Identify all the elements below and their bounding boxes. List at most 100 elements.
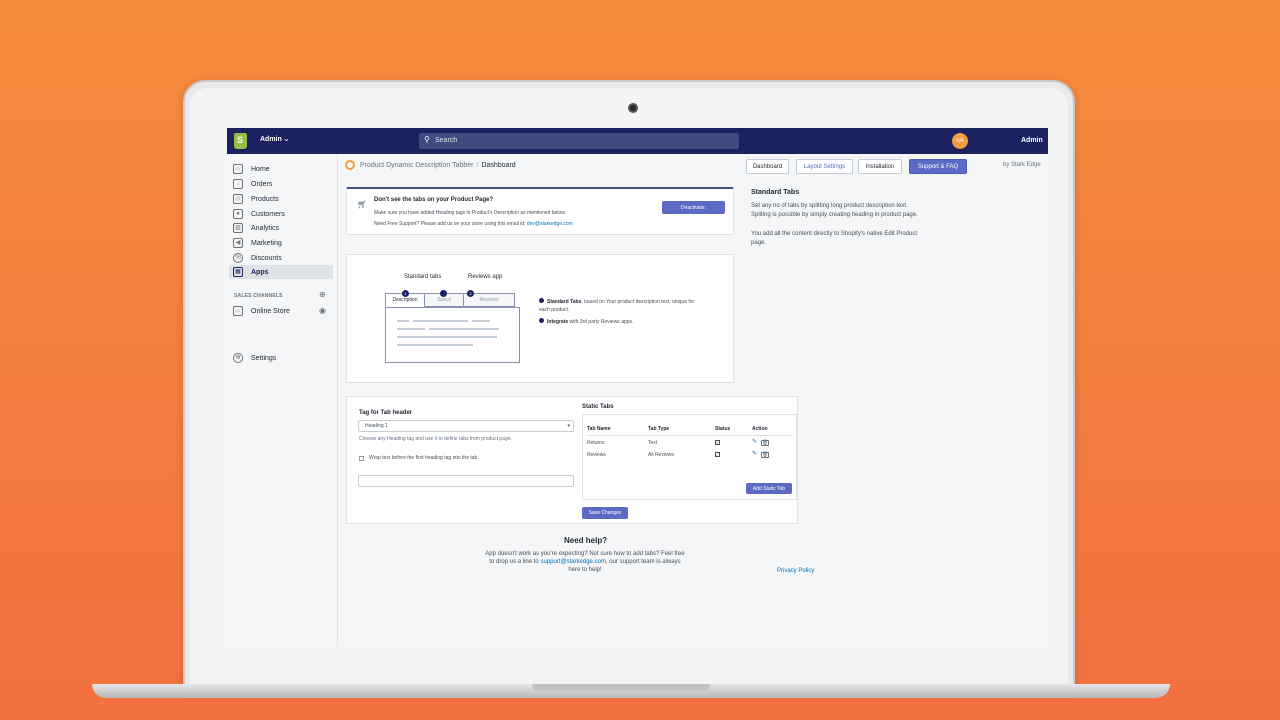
bullet-bold: Integrate [547,319,569,325]
static-tabs-title: Static Tabs [582,404,614,410]
tab-header-label: Tag for Tab header [359,410,413,416]
top-bar: Admin ⌄ ⚲ Search nA Admin [227,128,1048,154]
shopify-logo-icon[interactable] [234,133,247,149]
notice-text: Make sure you have added Heading tags in… [374,210,566,216]
wrap-text-checkbox[interactable] [359,456,364,461]
bullet-bold: Standard Tabs [547,299,582,305]
diagram-card: Standard tabs Reviews app Description Sp… [346,254,734,383]
diagram-number [440,290,447,297]
placeholder-line [397,328,425,330]
text-input[interactable] [358,475,574,487]
need-help-title: Need help? [564,536,608,545]
sidebar-item-settings[interactable]: ✻ Settings [229,351,333,365]
bullet-text: with 3rd party Reviews apps. [568,319,634,325]
breadcrumb: Product Dynamic Description Tabber / Das… [345,160,516,170]
cart-icon: 🛒︎ [357,200,368,209]
gear-icon: ✻ [233,353,243,363]
sidebar-item-apps[interactable]: ▦ Apps [229,265,333,279]
chevron-down-icon[interactable]: ⌄ [283,134,290,143]
add-static-tab-button[interactable]: Add Static Tab [746,483,792,494]
bullet-icon [539,318,544,323]
placeholder-line [413,320,468,322]
deactivate-button[interactable]: Deactivate. [662,201,725,214]
notice-card: 🛒︎ Don't see the tabs on your Product Pa… [346,187,734,235]
search-input[interactable]: ⚲ Search [419,133,739,149]
sidebar-item-analytics[interactable]: ▥ Analytics [229,221,333,235]
orders-icon: ↓ [233,179,243,189]
bullet-icon [539,298,544,303]
sales-channels-heading: SALES CHANNELS [234,293,283,299]
search-placeholder: Search [435,137,458,144]
status-checkbox[interactable]: ✓ [715,440,720,445]
sidebar-item-products[interactable]: ◇ Products [229,192,333,206]
sidebar-item-label: Customers [251,210,285,218]
settings-card: Tag for Tab header Heading 1 ▾ Choose an… [346,396,798,524]
notice-support-text: Need Free Support? Please add us on your… [374,221,526,227]
sidebar-item-discounts[interactable]: % Discounts [229,251,333,265]
side-info: Standard Tabs Set any no of tabs by spli… [751,189,921,258]
laptop-notch [532,684,710,691]
sidebar-item-label: Marketing [251,239,282,247]
user-name[interactable]: Admin [1021,137,1043,144]
table-cell: Text [648,440,658,446]
help-email-link[interactable]: support@starkedge.com [540,559,605,565]
placeholder-line [397,344,473,346]
sidebar-item-label: Home [251,165,270,173]
delete-icon[interactable]: 🗑︎ [761,452,769,458]
heading-select-value: Heading 1 [365,423,388,429]
column-header: Tab Name [587,426,611,432]
save-changes-button[interactable]: Save Changes [582,507,628,519]
side-info-paragraph: Set any no of tabs by splitting long pro… [751,203,918,218]
column-header: Tab Type [648,426,670,432]
placeholder-line [397,320,409,322]
support-email-link[interactable]: dev@starkedge.com [527,221,573,227]
diagram-bullet: Integrate with 3rd party Reviews apps. [539,318,699,326]
eye-icon[interactable]: ◉ [319,306,326,315]
diagram-label-reviews: Reviews app [468,274,503,280]
installation-button[interactable]: Installation [858,159,902,174]
placeholder-line [397,336,497,338]
layout-settings-button[interactable]: Layout Settings [796,159,853,174]
store-icon: ⌂ [233,306,243,316]
placeholder-line [429,328,499,330]
column-header: Action [752,426,768,432]
sidebar-item-label: Online Store [251,307,290,315]
sidebar-item-label: Settings [251,354,277,362]
megaphone-icon: ◀ [233,238,243,248]
sidebar-item-marketing[interactable]: ◀ Marketing [229,236,333,250]
sidebar-item-customers[interactable]: ● Customers [229,207,333,221]
need-help-text: App doesn't work as you're expecting? No… [485,550,685,574]
dashboard-button[interactable]: Dashboard [746,159,789,174]
divider [587,435,793,436]
diagram-number: 2 [467,290,474,297]
breadcrumb-app[interactable]: Product Dynamic Description Tabber [360,162,473,169]
camera-icon [628,103,638,113]
avatar[interactable]: nA [952,133,968,149]
wrap-text-label: Wrap text before the first heading tag i… [369,455,478,461]
edit-icon[interactable]: ✎ [752,438,757,445]
person-icon: ● [233,209,243,219]
add-channel-icon[interactable]: ⊕ [319,290,326,299]
sidebar-item-online-store[interactable]: ⌂ Online Store [229,304,333,318]
notice-support: Need Free Support? Please add us on your… [374,221,573,227]
sidebar-item-home[interactable]: ⌂ Home [229,162,333,176]
vendor-credit: by Stark Edge [1003,162,1041,168]
status-checkbox[interactable]: ✓ [715,452,720,457]
edit-icon[interactable]: ✎ [752,450,757,457]
app-logo-icon [345,160,355,170]
notice-title: Don't see the tabs on your Product Page? [374,197,494,203]
support-faq-button[interactable]: Support & FAQ [909,159,967,174]
heading-help-text: Choose any Heading tag and use it to def… [359,436,512,442]
store-name[interactable]: Admin [260,136,282,143]
sidebar-item-orders[interactable]: ↓ Orders [229,177,333,191]
breadcrumb-separator: / [476,161,479,169]
diagram-number: 1 [402,290,409,297]
table-cell: Returns [587,440,605,446]
heading-select[interactable]: Heading 1 ▾ [358,420,574,432]
privacy-policy-link[interactable]: Privacy Policy [777,568,814,574]
screen: Admin ⌄ ⚲ Search nA Admin ⌂ Home ↓ Order… [227,128,1048,646]
delete-icon[interactable]: 🗑︎ [761,440,769,446]
diagram-label-standard: Standard tabs [404,274,442,280]
side-info-title: Standard Tabs [751,189,800,196]
sidebar-item-label: Apps [251,268,269,276]
